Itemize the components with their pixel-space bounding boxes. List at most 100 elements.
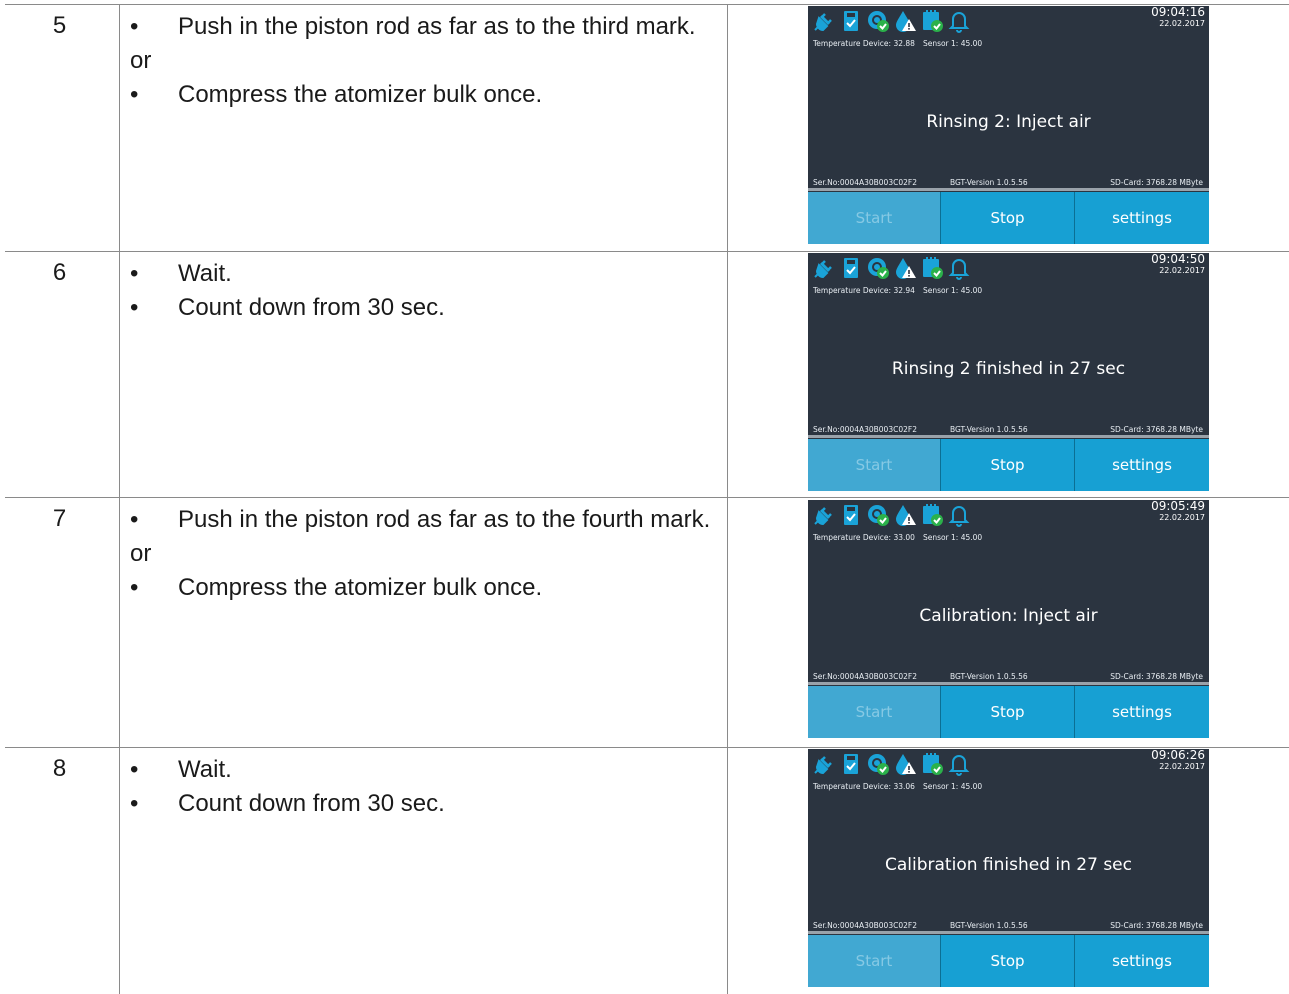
footer-separator bbox=[808, 682, 1209, 685]
bullet-item: • Compress the atomizer bulk once. bbox=[130, 571, 716, 605]
bell-icon bbox=[947, 9, 971, 33]
bullet-marker: • bbox=[130, 294, 139, 321]
table-row-divider bbox=[5, 747, 1289, 748]
settings-button[interactable]: settings bbox=[1075, 935, 1209, 987]
sensor-readout: Temperature Device: 33.06 Sensor 1: 45.00 bbox=[813, 782, 990, 791]
step-number: 7 bbox=[52, 505, 67, 532]
step-number: 6 bbox=[52, 259, 67, 286]
sensor-readout-value: Sensor 1: 45.00 bbox=[922, 39, 983, 48]
device-screen: 09:04:50 22.02.2017 Temperature Device: … bbox=[808, 253, 1209, 491]
stop-button[interactable]: Stop bbox=[941, 935, 1074, 987]
start-button[interactable]: Start bbox=[808, 935, 940, 987]
sensor-readout-value: Sensor 1: 45.00 bbox=[922, 782, 983, 791]
device-screen: 09:04:16 22.02.2017 Temperature Device: … bbox=[808, 6, 1209, 244]
bullet-text: Push in the piston rod as far as to the … bbox=[178, 506, 711, 533]
sensor-readout: Temperature Device: 32.88 Sensor 1: 45.00 bbox=[813, 39, 990, 48]
serial-number: Ser.No:0004A30B003C02F2 bbox=[813, 425, 917, 434]
drop-warning-icon bbox=[893, 752, 917, 776]
step-instructions: • Wait. • Count down from 30 sec. bbox=[130, 257, 716, 325]
bullet-marker: • bbox=[130, 13, 139, 40]
footer-separator bbox=[808, 435, 1209, 438]
plug-icon bbox=[812, 256, 836, 280]
bullet-text: Wait. bbox=[178, 260, 232, 287]
settings-button[interactable]: settings bbox=[1075, 192, 1209, 244]
serial-number: Ser.No:0004A30B003C02F2 bbox=[813, 672, 917, 681]
sd-card-capacity: SD-Card: 3768.28 MByte bbox=[1110, 921, 1203, 930]
bell-icon bbox=[947, 752, 971, 776]
status-bar: 09:04:16 22.02.2017 bbox=[808, 6, 1209, 36]
button-bar: Start Stop settings bbox=[808, 439, 1209, 491]
bell-icon bbox=[947, 503, 971, 527]
status-icons bbox=[812, 9, 971, 33]
status-icons bbox=[812, 503, 971, 527]
step-instructions: • Wait. • Count down from 30 sec. bbox=[130, 753, 716, 821]
serial-number: Ser.No:0004A30B003C02F2 bbox=[813, 921, 917, 930]
sd-card-check-icon bbox=[839, 503, 863, 527]
temperature-readout: Temperature Device: 33.06 bbox=[813, 782, 915, 791]
sensor-readout-value: Sensor 1: 45.00 bbox=[922, 286, 983, 295]
plug-icon bbox=[812, 752, 836, 776]
step-number: 5 bbox=[52, 12, 67, 39]
settings-button[interactable]: settings bbox=[1075, 439, 1209, 491]
plug-icon bbox=[812, 503, 836, 527]
temperature-readout: Temperature Device: 32.94 bbox=[813, 286, 915, 295]
button-bar: Start Stop settings bbox=[808, 686, 1209, 738]
bullet-item: • Push in the piston rod as far as to the… bbox=[130, 10, 716, 44]
bullet-marker: • bbox=[130, 260, 139, 287]
drop-warning-icon bbox=[893, 503, 917, 527]
drop-warning-icon bbox=[893, 9, 917, 33]
settings-button[interactable]: settings bbox=[1075, 686, 1209, 738]
clock: 09:04:16 22.02.2017 bbox=[1151, 6, 1205, 28]
step-instructions: • Push in the piston rod as far as to the… bbox=[130, 503, 716, 605]
table-column-divider bbox=[119, 4, 120, 994]
sd-card-check-icon bbox=[839, 256, 863, 280]
stop-button[interactable]: Stop bbox=[941, 686, 1074, 738]
sd-card-capacity: SD-Card: 3768.28 MByte bbox=[1110, 425, 1203, 434]
footer-separator bbox=[808, 931, 1209, 934]
or-separator: or bbox=[130, 540, 152, 567]
clock-date: 22.02.2017 bbox=[1159, 19, 1205, 28]
status-icons bbox=[812, 752, 971, 776]
bullet-marker: • bbox=[130, 756, 139, 783]
sensor-readout: Temperature Device: 32.94 Sensor 1: 45.00 bbox=[813, 286, 990, 295]
sd-card-capacity: SD-Card: 3768.28 MByte bbox=[1110, 178, 1203, 187]
bullet-text: Count down from 30 sec. bbox=[178, 294, 445, 321]
bullet-text: Push in the piston rod as far as to the … bbox=[178, 13, 696, 40]
firmware-version: BGT-Version 1.0.5.56 bbox=[950, 178, 1028, 187]
bullet-text: Compress the atomizer bulk once. bbox=[178, 81, 543, 108]
table-row-divider bbox=[5, 497, 1289, 498]
fan-check-icon bbox=[866, 256, 890, 280]
plug-icon bbox=[812, 9, 836, 33]
button-bar: Start Stop settings bbox=[808, 192, 1209, 244]
button-bar: Start Stop settings bbox=[808, 935, 1209, 987]
bullet-item: • Wait. bbox=[130, 753, 716, 787]
or-separator: or bbox=[130, 47, 152, 74]
clock-date: 22.02.2017 bbox=[1159, 762, 1205, 771]
status-message: Rinsing 2 finished in 27 sec bbox=[891, 359, 1126, 379]
clock: 09:05:49 22.02.2017 bbox=[1151, 500, 1205, 522]
step-instructions: • Push in the piston rod as far as to the… bbox=[130, 10, 716, 112]
fan-check-icon bbox=[866, 752, 890, 776]
clock-date: 22.02.2017 bbox=[1159, 513, 1205, 522]
start-button[interactable]: Start bbox=[808, 192, 940, 244]
device-screen: 09:06:26 22.02.2017 Temperature Device: … bbox=[808, 749, 1209, 987]
bullet-item: • Wait. bbox=[130, 257, 716, 291]
start-button[interactable]: Start bbox=[808, 439, 940, 491]
footer-separator bbox=[808, 188, 1209, 191]
start-button[interactable]: Start bbox=[808, 686, 940, 738]
stop-button[interactable]: Stop bbox=[941, 192, 1074, 244]
bullet-text: Wait. bbox=[178, 756, 232, 783]
bullet-item: • Count down from 30 sec. bbox=[130, 291, 716, 325]
status-message: Calibration: Inject air bbox=[919, 606, 1098, 626]
device-screen: 09:05:49 22.02.2017 Temperature Device: … bbox=[808, 500, 1209, 738]
bullet-text: Count down from 30 sec. bbox=[178, 790, 445, 817]
table-column-divider bbox=[727, 4, 728, 994]
stop-button[interactable]: Stop bbox=[941, 439, 1074, 491]
drop-warning-icon bbox=[893, 256, 917, 280]
status-message: Calibration finished in 27 sec bbox=[885, 855, 1132, 875]
bullet-marker: • bbox=[130, 506, 139, 533]
clock-time: 09:04:50 bbox=[1151, 253, 1205, 266]
battery-check-icon bbox=[920, 256, 944, 280]
sd-card-capacity: SD-Card: 3768.28 MByte bbox=[1110, 672, 1203, 681]
status-bar: 09:06:26 22.02.2017 bbox=[808, 749, 1209, 779]
